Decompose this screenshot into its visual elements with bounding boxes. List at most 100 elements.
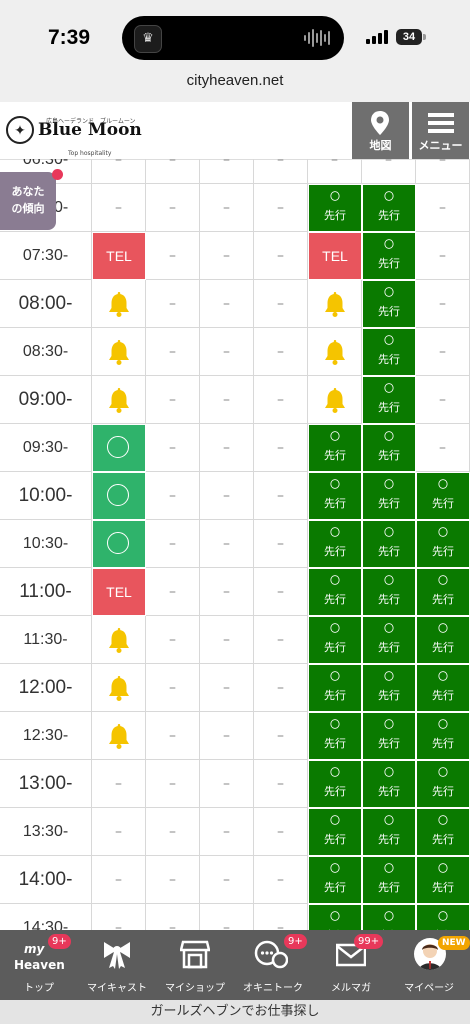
unavailable-cell: – (200, 856, 254, 904)
available-cell[interactable] (92, 424, 146, 472)
notify-cell[interactable] (92, 280, 146, 328)
unavailable-cell: – (146, 328, 200, 376)
nav-mail-magazine[interactable]: 99+ メルマガ (312, 930, 390, 1000)
advance-mark: 〇 (330, 720, 340, 731)
bell-icon (107, 723, 131, 749)
unavailable-cell: – (146, 376, 200, 424)
nav-my-page[interactable]: NEW マイページ (390, 930, 470, 1000)
available-cell[interactable] (92, 520, 146, 568)
advance-label: 先行 (324, 641, 346, 654)
advance-booking-cell[interactable]: 〇先行 (308, 472, 362, 520)
advance-booking-cell[interactable]: 〇先行 (362, 568, 416, 616)
advance-booking-cell[interactable]: 〇先行 (362, 856, 416, 904)
advance-booking-cell[interactable]: 〇先行 (308, 520, 362, 568)
advance-booking-cell[interactable]: 〇先行 (308, 664, 362, 712)
advance-booking-cell[interactable]: 〇先行 (416, 760, 470, 808)
address-bar[interactable]: cityheaven.net (0, 72, 470, 102)
advance-label: 先行 (378, 593, 400, 606)
unavailable-cell: – (200, 616, 254, 664)
advance-booking-cell[interactable]: 〇先行 (308, 760, 362, 808)
map-button[interactable]: 地図 (352, 102, 409, 159)
advance-booking-cell[interactable]: 〇先行 (416, 664, 470, 712)
unavailable-cell: – (146, 280, 200, 328)
tel-reservation-cell[interactable]: TEL (92, 232, 146, 280)
advance-booking-cell[interactable]: 〇先行 (362, 760, 416, 808)
notify-cell[interactable] (308, 328, 362, 376)
advance-booking-cell[interactable]: 〇先行 (362, 280, 416, 328)
advance-booking-cell[interactable]: 〇先行 (362, 328, 416, 376)
advance-booking-cell[interactable]: 〇先行 (362, 616, 416, 664)
advance-booking-cell[interactable]: 〇先行 (308, 712, 362, 760)
tendency-badge[interactable]: あなた の傾向 (0, 172, 56, 230)
advance-booking-cell[interactable]: 〇先行 (416, 808, 470, 856)
available-cell[interactable] (92, 472, 146, 520)
advance-booking-cell[interactable]: 〇先行 (308, 856, 362, 904)
advance-booking-cell[interactable]: 〇先行 (416, 856, 470, 904)
ribbon-icon (104, 942, 130, 969)
advance-booking-cell[interactable]: 〇先行 (308, 904, 362, 930)
notify-cell[interactable] (308, 376, 362, 424)
notify-cell[interactable] (92, 616, 146, 664)
nav-top[interactable]: my Heaven 9+ トップ (0, 930, 78, 1000)
bell-icon (323, 291, 347, 317)
advance-booking-cell[interactable]: 〇先行 (362, 520, 416, 568)
advance-booking-cell[interactable]: 〇先行 (416, 712, 470, 760)
advance-label: 先行 (432, 881, 454, 894)
notify-cell[interactable] (92, 712, 146, 760)
notify-cell[interactable] (92, 376, 146, 424)
advance-booking-cell[interactable]: 〇先行 (416, 472, 470, 520)
nav-okini-talk[interactable]: 9+ オキニトーク (234, 930, 312, 1000)
advance-booking-cell[interactable]: 〇先行 (308, 568, 362, 616)
advance-booking-cell[interactable]: 〇先行 (308, 184, 362, 232)
advance-booking-cell[interactable]: 〇先行 (362, 808, 416, 856)
chat-icon (254, 940, 288, 969)
unavailable-cell: – (146, 424, 200, 472)
menu-button[interactable]: メニュー (412, 102, 469, 159)
advance-mark: 〇 (438, 480, 448, 491)
tel-reservation-cell[interactable]: TEL (308, 232, 362, 280)
advance-booking-cell[interactable]: 〇先行 (362, 712, 416, 760)
advance-booking-cell[interactable]: 〇先行 (416, 568, 470, 616)
advance-booking-cell[interactable]: 〇先行 (362, 232, 416, 280)
advance-booking-cell[interactable]: 〇先行 (362, 472, 416, 520)
advance-label: 先行 (378, 497, 400, 510)
advance-mark: 〇 (384, 240, 394, 251)
nav-my-shop[interactable]: マイショップ (156, 930, 234, 1000)
my-heaven-my: my (24, 942, 45, 956)
schedule-row: 10:30- – – – 〇先行〇先行〇先行 (0, 520, 470, 568)
nav-my-cast[interactable]: マイキャスト (78, 930, 156, 1000)
advance-mark: 〇 (438, 720, 448, 731)
advance-booking-cell[interactable]: 〇先行 (362, 664, 416, 712)
advance-booking-cell[interactable]: 〇先行 (362, 376, 416, 424)
unavailable-cell: – (200, 280, 254, 328)
advance-booking-cell[interactable]: 〇先行 (308, 424, 362, 472)
nav-mail-label: メルマガ (331, 983, 371, 994)
advance-mark: 〇 (330, 480, 340, 491)
advance-booking-cell[interactable]: 〇先行 (362, 424, 416, 472)
advance-booking-cell[interactable]: 〇先行 (416, 904, 470, 930)
status-bar: 7:39 ♛ 34 (0, 0, 470, 72)
advance-mark: 〇 (330, 912, 340, 923)
advance-mark: 〇 (330, 624, 340, 635)
job-search-banner[interactable]: ガールズヘブンでお仕事探し (0, 1000, 470, 1024)
tel-reservation-cell[interactable]: TEL (92, 568, 146, 616)
advance-label: 先行 (324, 833, 346, 846)
notify-cell[interactable] (92, 664, 146, 712)
logo-subtitle: Top hospitality (68, 150, 112, 157)
advance-booking-cell[interactable]: 〇先行 (308, 808, 362, 856)
advance-booking-cell[interactable]: 〇先行 (362, 184, 416, 232)
unavailable-cell: – (92, 856, 146, 904)
advance-mark: 〇 (330, 576, 340, 587)
tendency-line-2: の傾向 (11, 202, 45, 215)
advance-booking-cell[interactable]: 〇先行 (308, 616, 362, 664)
advance-booking-cell[interactable]: 〇先行 (416, 520, 470, 568)
schedule-row: 08:30- – – – 〇先行 – (0, 328, 470, 376)
advance-booking-cell[interactable]: 〇先行 (362, 904, 416, 930)
notify-cell[interactable] (308, 280, 362, 328)
advance-booking-cell[interactable]: 〇先行 (416, 616, 470, 664)
time-slot-label: 09:00- (0, 376, 92, 424)
notify-cell[interactable] (92, 328, 146, 376)
bell-icon (107, 339, 131, 365)
unavailable-cell: – (416, 232, 470, 280)
shop-logo[interactable]: ✦ Blue Moon 広島ヘーデランド ブルームーン Top hospital… (6, 116, 142, 157)
